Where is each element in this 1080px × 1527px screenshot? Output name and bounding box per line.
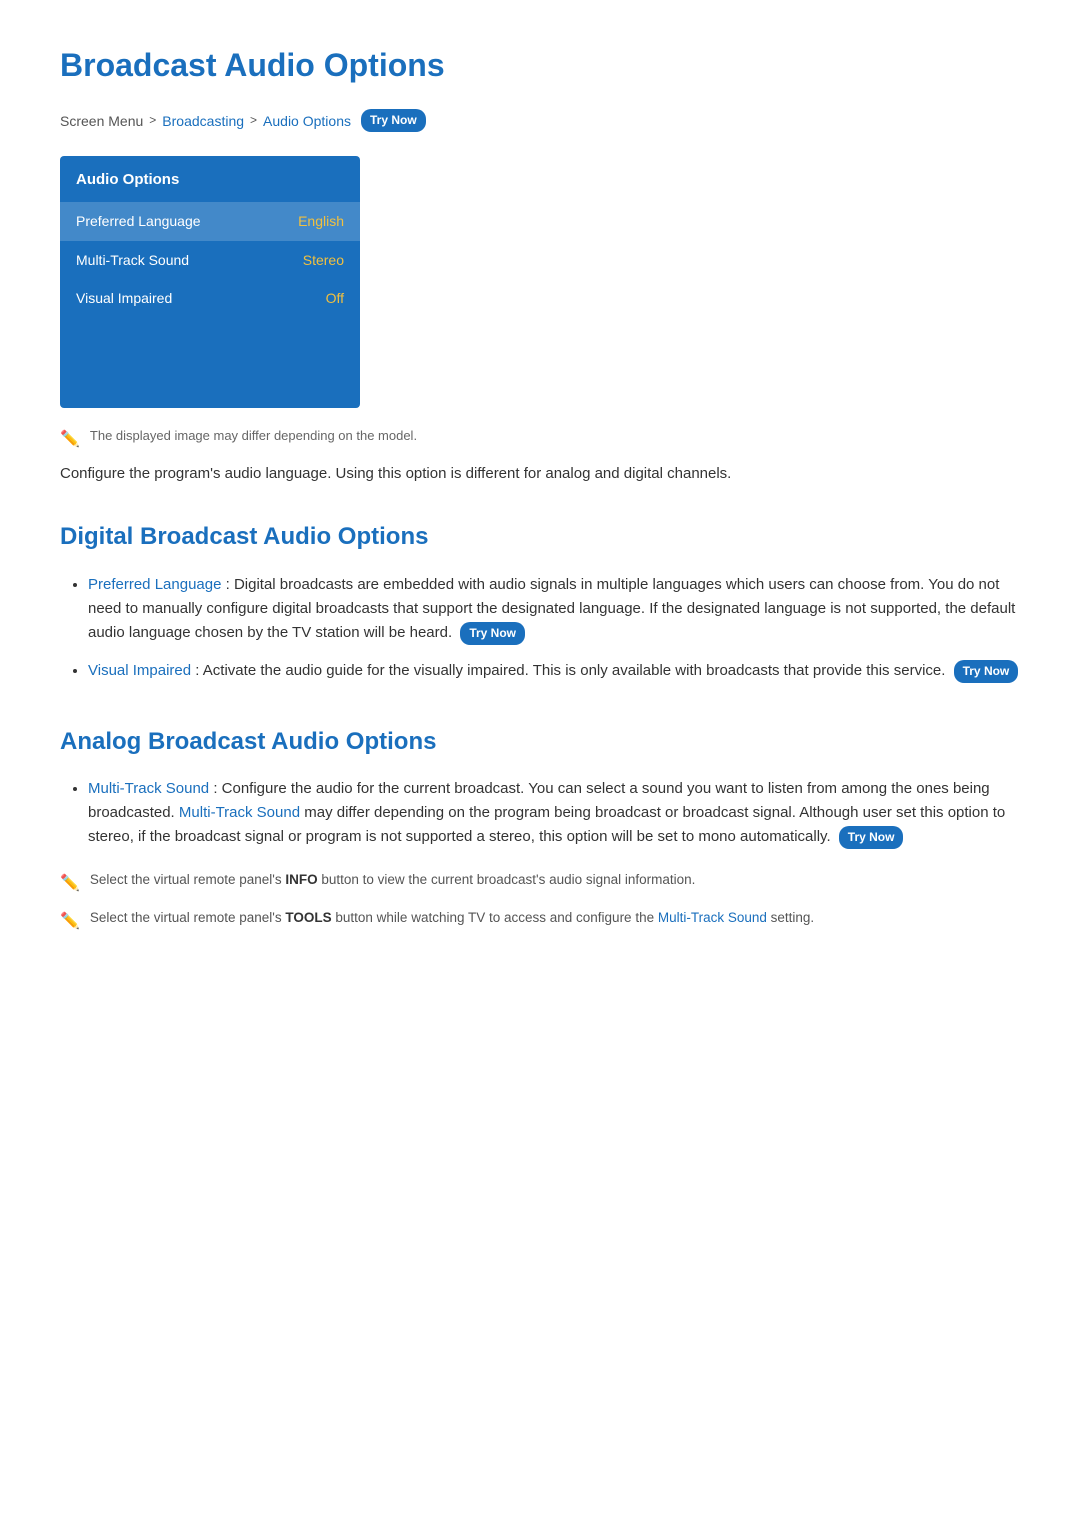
list-item-visual-impaired: Visual Impaired : Activate the audio gui… [88,659,1020,683]
page-title: Broadcast Audio Options [60,40,1020,91]
breadcrumb-sep2: > [250,111,257,130]
digital-section: Digital Broadcast Audio Options Preferre… [60,518,1020,683]
list-item-preferred-language: Preferred Language : Digital broadcasts … [88,573,1020,645]
analog-note-2-before: Select the virtual remote panel's [90,910,285,925]
analog-note-1: ✏️ Select the virtual remote panel's INF… [60,869,1020,897]
menu-title: Audio Options [60,156,360,202]
list-item-multi-track-sound: Multi-Track Sound : Configure the audio … [88,777,1020,849]
audio-options-menu: Audio Options Preferred Language English… [60,156,360,407]
menu-row-label-preferred-language: Preferred Language [76,210,201,232]
try-now-badge-breadcrumb[interactable]: Try Now [361,109,426,132]
breadcrumb-root: Screen Menu [60,110,143,132]
analog-note-2-bold: TOOLS [285,910,331,925]
visual-impaired-body: : Activate the audio guide for the visua… [195,662,945,679]
analog-note-2-blue: Multi-Track Sound [658,910,767,925]
analog-note-2-end: setting. [771,910,815,925]
menu-row-preferred-language[interactable]: Preferred Language English [60,202,360,240]
digital-section-heading: Digital Broadcast Audio Options [60,518,1020,556]
breadcrumb-sep1: > [149,111,156,130]
menu-row-label-visual-impaired: Visual Impaired [76,287,172,309]
pencil-icon-2: ✏️ [60,909,80,935]
try-now-badge-multi-track[interactable]: Try Now [839,826,904,849]
menu-row-label-multi-track: Multi-Track Sound [76,249,189,271]
breadcrumb-link-broadcasting[interactable]: Broadcasting [162,110,244,132]
analog-note-1-before: Select the virtual remote panel's [90,872,285,887]
analog-note-2-after: button while watching TV to access and c… [335,910,657,925]
analog-section-heading: Analog Broadcast Audio Options [60,723,1020,761]
visual-impaired-title: Visual Impaired [88,662,191,679]
pencil-icon: ✏️ [60,427,80,453]
image-note-text: The displayed image may differ depending… [90,426,417,447]
analog-note-1-text: Select the virtual remote panel's INFO b… [90,869,696,891]
try-now-badge-visual-impaired[interactable]: Try Now [954,660,1019,683]
multi-track-link: Multi-Track Sound [179,804,300,821]
menu-row-value-visual-impaired: Off [326,287,344,309]
analog-note-2-text: Select the virtual remote panel's TOOLS … [90,907,814,929]
menu-spacer [60,318,360,408]
try-now-badge-preferred-language[interactable]: Try Now [460,622,525,645]
preferred-language-title: Preferred Language [88,576,221,593]
menu-row-multi-track-sound[interactable]: Multi-Track Sound Stereo [60,241,360,279]
pencil-icon-1: ✏️ [60,871,80,897]
preferred-language-body: : Digital broadcasts are embedded with a… [88,576,1015,641]
menu-row-value-preferred-language: English [298,210,344,232]
analog-note-1-after: button to view the current broadcast's a… [321,872,695,887]
analog-note-2: ✏️ Select the virtual remote panel's TOO… [60,907,1020,935]
multi-track-title: Multi-Track Sound [88,780,209,797]
page-description: Configure the program's audio language. … [60,462,1020,486]
digital-section-list: Preferred Language : Digital broadcasts … [60,573,1020,683]
menu-row-visual-impaired[interactable]: Visual Impaired Off [60,279,360,317]
menu-row-value-multi-track: Stereo [303,249,344,271]
analog-section-list: Multi-Track Sound : Configure the audio … [60,777,1020,849]
analog-section: Analog Broadcast Audio Options Multi-Tra… [60,723,1020,935]
breadcrumb-link-audio-options[interactable]: Audio Options [263,110,351,132]
breadcrumb: Screen Menu > Broadcasting > Audio Optio… [60,109,1020,132]
image-note: ✏️ The displayed image may differ depend… [60,426,1020,453]
analog-note-1-bold: INFO [285,872,317,887]
